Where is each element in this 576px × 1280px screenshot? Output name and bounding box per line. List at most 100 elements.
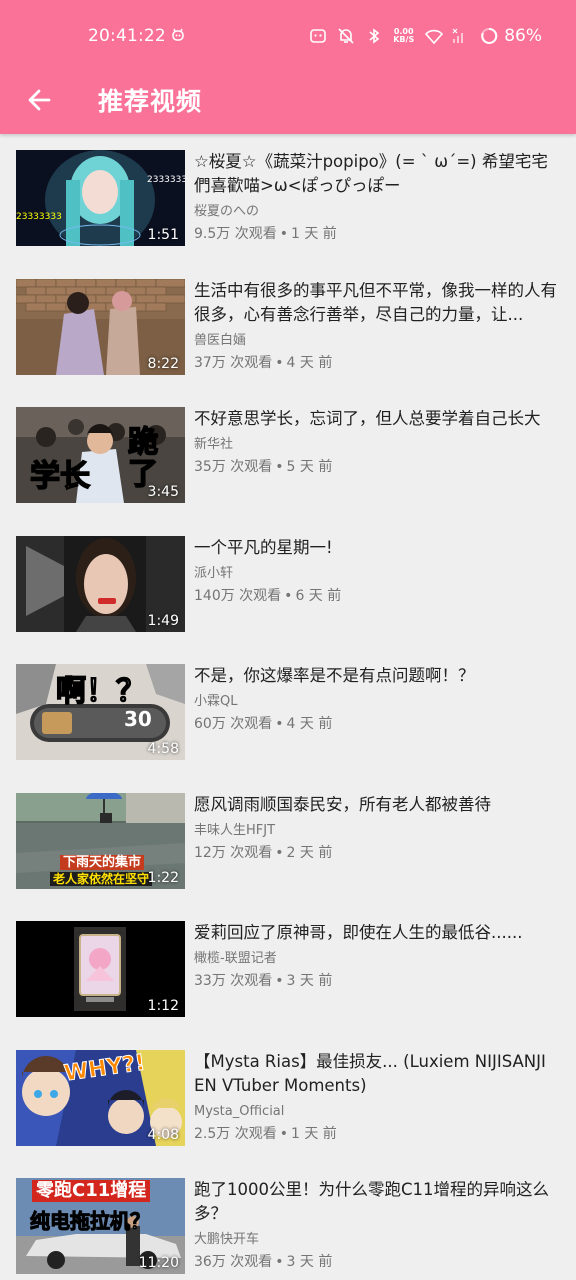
video-item[interactable]: WHY?! 4:08 【Mysta Rias】最佳损友... (Luxiem N… xyxy=(0,1034,576,1146)
video-age: 3 天 前 xyxy=(286,973,333,989)
video-channel: 桜夏のへの xyxy=(194,204,260,219)
video-duration: 1:22 xyxy=(147,869,179,886)
video-channel: 橄榄-联盟记者 xyxy=(194,951,277,966)
video-thumbnail[interactable]: 零跑C11增程 纯电拖拉机？ 11:20 xyxy=(16,1178,185,1274)
video-channel: 派小轩 xyxy=(194,565,234,581)
video-info: 不好意思学长，忘词了，但人总要学着自己长大 新华社 35万 次观看 • 5 天 前 xyxy=(194,407,560,476)
video-duration: 8:22 xyxy=(147,355,179,372)
video-meta: 36万 次观看 • 3 天 前 xyxy=(194,1254,333,1270)
network-speed: 0.00 KB/S xyxy=(393,27,415,44)
video-thumbnail[interactable]: 8:22 xyxy=(16,278,185,375)
video-title: ☆桜夏☆《蔬菜汁popipo》(= ` ω´=) 希望宅宅們喜歡喵>ω<ぽっぴっ… xyxy=(194,152,548,195)
video-age: 4 天 前 xyxy=(286,716,333,732)
video-meta: 35万 次观看 • 5 天 前 xyxy=(194,459,333,475)
video-info: ☆桜夏☆《蔬菜汁popipo》(= ` ω´=) 希望宅宅們喜歡喵>ω<ぽっぴっ… xyxy=(194,150,560,243)
video-channel: 新华社 xyxy=(194,437,234,452)
video-item[interactable]: 学长 跪了 3:45 不好意思学长，忘词了，但人总要学着自己长大 新华社 35万… xyxy=(0,391,576,503)
status-bar: 20:41:22 0.00 KB/S 86% xyxy=(0,0,576,72)
video-item[interactable]: 8:22 生活中有很多的事平凡但不平常，像我一样的人有很多，心有善念行善举，尽自… xyxy=(0,263,576,375)
video-meta: 60万 次观看 • 4 天 前 xyxy=(194,716,333,732)
video-meta: 12万 次观看 • 2 天 前 xyxy=(194,844,333,861)
video-age: 4 天 前 xyxy=(286,354,333,371)
back-button[interactable] xyxy=(20,80,60,120)
thumbnail-caption: 老人家依然在坚守 xyxy=(50,871,153,886)
battery-icon xyxy=(480,27,498,45)
video-item[interactable]: 啊！？ 30 4:58 不是，你这爆率是不是有点问题啊！？ 小霖QL 60万 次… xyxy=(0,648,576,760)
video-info: 爱莉回应了原神哥，即使在人生的最低谷...... 橄榄-联盟记者 33万 次观看… xyxy=(194,921,560,990)
video-thumbnail[interactable]: 下雨天的集市 老人家依然在坚守 1:22 xyxy=(16,792,185,889)
video-thumbnail[interactable]: 1:49 xyxy=(16,535,185,632)
video-views: 12万 次观看 xyxy=(194,844,273,861)
thumbnail-caption: 学长 xyxy=(29,458,91,495)
thumbnail-number: 30 xyxy=(124,707,152,731)
video-age: 2 天 前 xyxy=(286,844,333,861)
video-thumbnail[interactable]: 1:12 xyxy=(16,921,185,1017)
battery-percent: 86% xyxy=(504,26,542,46)
danmaku-text: 23333333 xyxy=(16,212,62,222)
video-age: 3 天 前 xyxy=(286,1254,333,1270)
video-title: 不是，你这爆率是不是有点问题啊！？ xyxy=(194,666,475,685)
video-meta: 2.5万 次观看 • 1 天 前 xyxy=(194,1125,337,1142)
video-channel: Mysta_Official xyxy=(194,1103,285,1119)
video-views: 9.5万 次观看 xyxy=(194,226,277,242)
thumbnail-caption: 纯电拖拉机？ xyxy=(30,1209,151,1234)
video-info: 【Mysta Rias】最佳损友... (Luxiem NIJISANJI EN… xyxy=(194,1050,560,1143)
wifi-icon xyxy=(424,27,444,45)
video-thumbnail[interactable]: WHY?! 4:08 xyxy=(16,1049,185,1146)
video-title: 生活中有很多的事平凡但不平常，像我一样的人有很多，心有善念行善举，尽自己的力量，… xyxy=(194,280,557,324)
video-title: 一个平凡的星期一! xyxy=(194,537,333,557)
back-arrow-icon xyxy=(28,89,51,111)
video-meta: 33万 次观看 • 3 天 前 xyxy=(194,973,333,989)
video-meta: 9.5万 次观看 • 1 天 前 xyxy=(194,226,337,242)
video-info: 不是，你这爆率是不是有点问题啊！？ 小霖QL 60万 次观看 • 4 天 前 xyxy=(194,664,560,733)
status-time: 20:41:22 xyxy=(88,26,166,46)
video-meta: 37万 次观看 • 4 天 前 xyxy=(194,354,333,371)
thumbnail-caption: 零跑C11增程 xyxy=(32,1180,151,1202)
notification-icon xyxy=(309,27,327,45)
thumbnail-caption: 跪了 xyxy=(127,425,159,492)
video-meta: 140万 次观看 • 6 天 前 xyxy=(194,587,342,604)
video-age: 1 天 前 xyxy=(290,226,337,242)
video-title: 【Mysta Rias】最佳损友... (Luxiem NIJISANJI EN… xyxy=(194,1051,546,1095)
video-thumbnail[interactable]: 23333333 23333333 1:51 xyxy=(16,150,185,246)
page-title: 推荐视频 xyxy=(98,87,203,116)
video-duration: 1:51 xyxy=(147,227,179,243)
video-duration: 4:58 xyxy=(147,741,179,757)
video-views: 140万 次观看 xyxy=(194,587,282,604)
video-item[interactable]: 下雨天的集市 老人家依然在坚守 1:22 愿风调雨顺国泰民安，所有老人都被善待 … xyxy=(0,777,576,889)
video-views: 33万 次观看 xyxy=(194,973,273,989)
video-info: 生活中有很多的事平凡但不平常，像我一样的人有很多，心有善念行善举，尽自己的力量，… xyxy=(194,279,560,372)
danmaku-text: 23333333 xyxy=(147,175,185,185)
app-bar: 推荐视频 xyxy=(0,72,576,134)
video-channel: 大鹏快开车 xyxy=(194,1232,260,1247)
video-title: 爱莉回应了原神哥，即使在人生的最低谷...... xyxy=(194,923,523,942)
video-channel: 兽医白婳 xyxy=(194,332,247,348)
video-item[interactable]: 零跑C11增程 纯电拖拉机？ 11:20 跑了1000公里！为什么零跑C11增程… xyxy=(0,1162,576,1274)
video-age: 1 天 前 xyxy=(290,1125,337,1142)
video-duration: 11:20 xyxy=(138,1255,179,1271)
video-item[interactable]: 1:12 爱莉回应了原神哥，即使在人生的最低谷...... 橄榄-联盟记者 33… xyxy=(0,905,576,1017)
video-info: 愿风调雨顺国泰民安，所有老人都被善待 丰味人生HFJT 12万 次观看 • 2 天 … xyxy=(194,793,560,862)
video-thumbnail[interactable]: 学长 跪了 3:45 xyxy=(16,407,185,503)
mute-bell-icon xyxy=(337,27,355,45)
bluetooth-icon xyxy=(365,27,383,45)
video-channel: 小霖QL xyxy=(194,694,238,709)
video-channel: 丰味人生HFJT xyxy=(194,822,276,838)
video-duration: 4:08 xyxy=(147,1126,179,1143)
video-views: 60万 次观看 xyxy=(194,716,273,732)
notification-app-icon xyxy=(170,27,186,43)
video-duration: 1:49 xyxy=(147,612,179,629)
video-views: 36万 次观看 xyxy=(194,1254,273,1270)
signal-icon xyxy=(452,27,470,45)
video-thumbnail[interactable]: 啊！？ 30 4:58 xyxy=(16,664,185,760)
video-item[interactable]: 1:49 一个平凡的星期一! 派小轩 140万 次观看 • 6 天 前 xyxy=(0,520,576,632)
video-title: 跑了1000公里！为什么零跑C11增程的异响这么多？ xyxy=(194,1180,550,1223)
video-duration: 1:12 xyxy=(147,998,179,1014)
video-views: 2.5万 次观看 xyxy=(194,1125,277,1142)
video-item[interactable]: 23333333 23333333 1:51 ☆桜夏☆《蔬菜汁popipo》(=… xyxy=(0,134,576,246)
video-age: 6 天 前 xyxy=(295,587,342,604)
video-age: 5 天 前 xyxy=(286,459,333,475)
video-info: 一个平凡的星期一! 派小轩 140万 次观看 • 6 天 前 xyxy=(194,536,560,605)
video-views: 35万 次观看 xyxy=(194,459,273,475)
video-title: 愿风调雨顺国泰民安，所有老人都被善待 xyxy=(194,794,491,814)
